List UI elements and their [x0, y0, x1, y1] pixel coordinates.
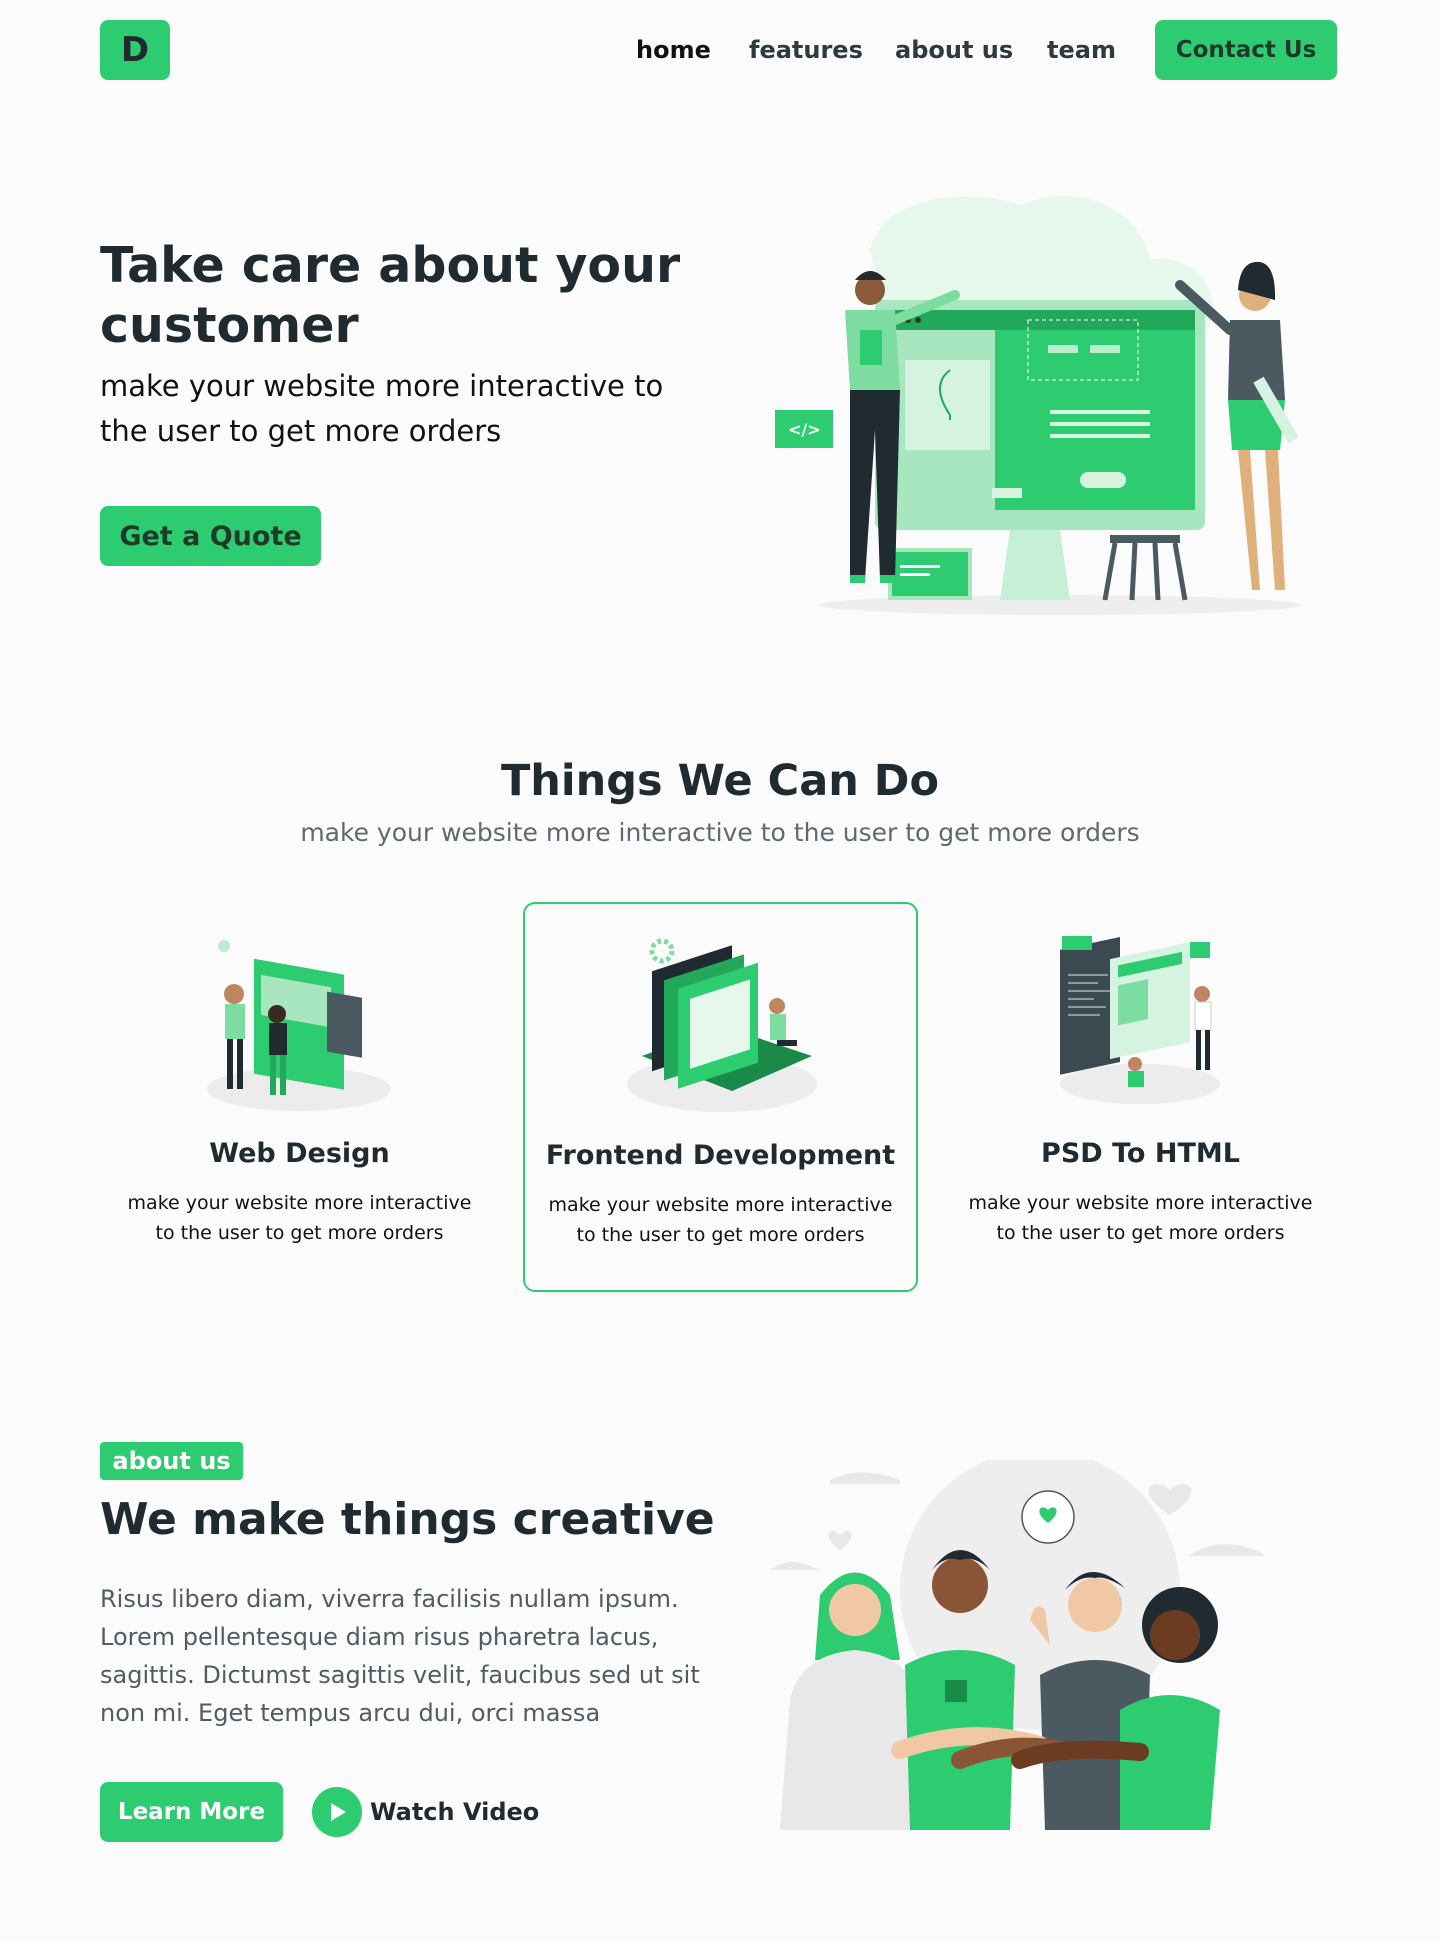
service-card-psd-to-html[interactable]: PSD To HTML make your website more inter…: [943, 902, 1338, 1292]
card-title: PSD To HTML: [1041, 1138, 1240, 1169]
about-title: We make things creative: [100, 1494, 715, 1545]
hero-title: Take care about your customer: [100, 237, 681, 354]
services-title: Things We Can Do: [500, 756, 940, 806]
nav-features[interactable]: features: [749, 36, 863, 64]
logo[interactable]: D: [100, 20, 170, 80]
frontend-illustration: [627, 938, 817, 1112]
about-text: Risus libero diam, viverra facilisis nul…: [100, 1585, 700, 1727]
nav-team[interactable]: team: [1047, 36, 1116, 64]
psd-to-html-illustration: [1060, 936, 1220, 1104]
watch-video-label: Watch Video: [370, 1798, 540, 1826]
contact-us-button[interactable]: Contact Us: [1155, 20, 1337, 80]
play-icon: [312, 1787, 362, 1837]
nav-home[interactable]: home: [636, 36, 711, 64]
team-illustration: [770, 1460, 1265, 1830]
watch-video-button[interactable]: Watch Video: [312, 1786, 539, 1838]
about-us-tag: about us: [100, 1442, 243, 1480]
web-design-illustration: [207, 940, 391, 1111]
learn-more-button[interactable]: Learn More: [100, 1782, 283, 1842]
hero-illustration: </>: [775, 196, 1300, 615]
services-subtitle: make your website more interactive to th…: [300, 818, 1140, 847]
card-text: make your website more interactive to th…: [127, 1192, 472, 1244]
card-title: Frontend Development: [545, 1140, 896, 1171]
get-quote-button[interactable]: Get a Quote: [100, 506, 321, 566]
card-text: make your website more interactive to th…: [968, 1192, 1313, 1244]
card-title: Web Design: [209, 1138, 390, 1169]
service-card-frontend-development[interactable]: Frontend Development make your website m…: [523, 902, 918, 1292]
nav-about-us[interactable]: about us: [895, 36, 1013, 64]
card-text: make your website more interactive to th…: [548, 1194, 893, 1246]
service-card-web-design[interactable]: Web Design make your website more intera…: [102, 902, 497, 1292]
hero-subtitle: make your website more interactive to th…: [100, 369, 664, 448]
svg-text:</>: </>: [788, 420, 821, 439]
